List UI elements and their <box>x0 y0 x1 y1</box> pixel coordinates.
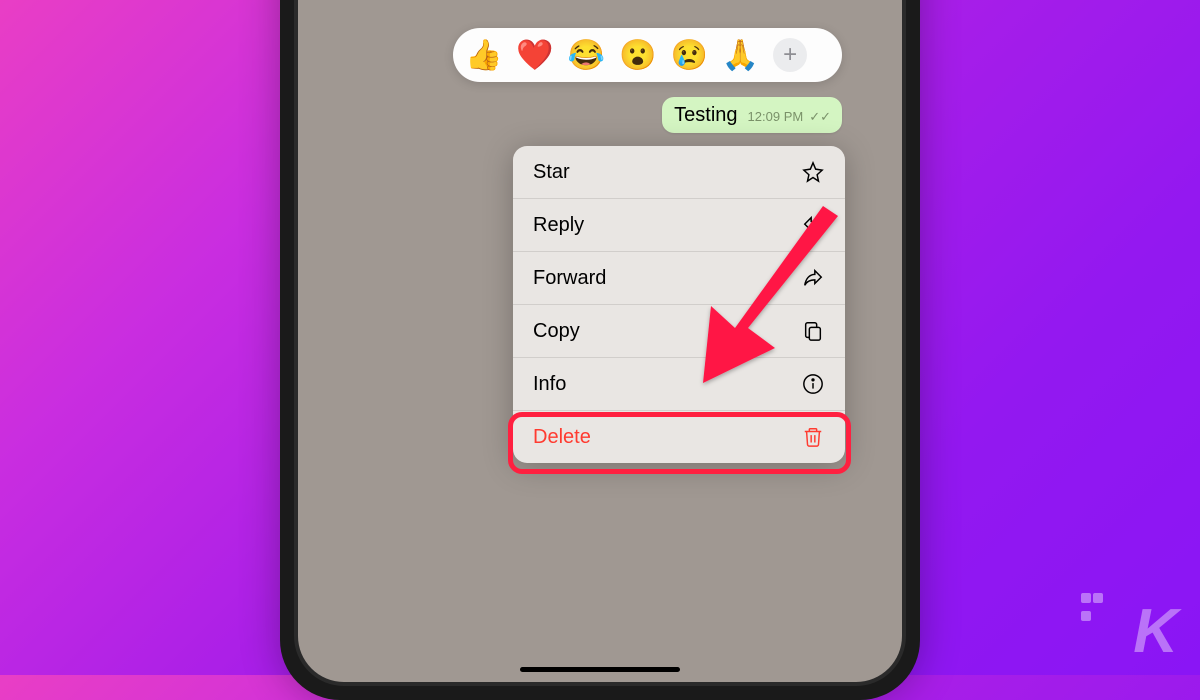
reaction-sad[interactable]: 😢 <box>670 38 707 73</box>
message-time: 12:09 PM <box>748 109 804 124</box>
reaction-pray[interactable]: 🙏 <box>722 38 759 73</box>
message-bubble[interactable]: Testing 12:09 PM ✓✓ <box>662 97 842 133</box>
reaction-thumbs-up[interactable]: 👍 <box>465 38 502 73</box>
menu-item-reply[interactable]: Reply <box>513 199 845 252</box>
menu-item-info[interactable]: Info <box>513 358 845 411</box>
reaction-laugh[interactable]: 😂 <box>568 38 605 73</box>
read-receipt-icon: ✓✓ <box>809 109 831 125</box>
info-icon <box>801 372 825 396</box>
forward-icon <box>801 266 825 290</box>
star-icon <box>801 160 825 184</box>
message-text: Testing <box>674 104 737 127</box>
menu-label: Info <box>533 373 566 396</box>
logo-dots <box>1080 591 1104 627</box>
phone-frame: 👍 ❤️ 😂 😮 😢 🙏 + Testing 12:09 PM ✓✓ Star <box>280 0 920 700</box>
reaction-add-button[interactable]: + <box>773 38 807 72</box>
reply-icon <box>801 213 825 237</box>
reaction-bar: 👍 ❤️ 😂 😮 😢 🙏 + <box>453 28 842 82</box>
copy-icon <box>801 319 825 343</box>
menu-label: Copy <box>533 320 580 343</box>
menu-item-star[interactable]: Star <box>513 146 845 199</box>
reaction-heart[interactable]: ❤️ <box>516 38 553 73</box>
menu-item-forward[interactable]: Forward <box>513 252 845 305</box>
phone-screen: 👍 ❤️ 😂 😮 😢 🙏 + Testing 12:09 PM ✓✓ Star <box>298 0 902 682</box>
trash-icon <box>801 425 825 449</box>
menu-label: Forward <box>533 267 606 290</box>
k-logo-watermark: K <box>1133 596 1176 667</box>
menu-label: Delete <box>533 426 591 449</box>
menu-item-delete[interactable]: Delete <box>513 411 845 463</box>
context-menu: Star Reply Forward <box>513 146 845 463</box>
reaction-surprised[interactable]: 😮 <box>619 38 656 73</box>
menu-item-copy[interactable]: Copy <box>513 305 845 358</box>
home-indicator[interactable] <box>520 667 680 672</box>
menu-label: Reply <box>533 214 584 237</box>
phone-frame-inner: 👍 ❤️ 😂 😮 😢 🙏 + Testing 12:09 PM ✓✓ Star <box>294 0 906 686</box>
menu-label: Star <box>533 161 570 184</box>
